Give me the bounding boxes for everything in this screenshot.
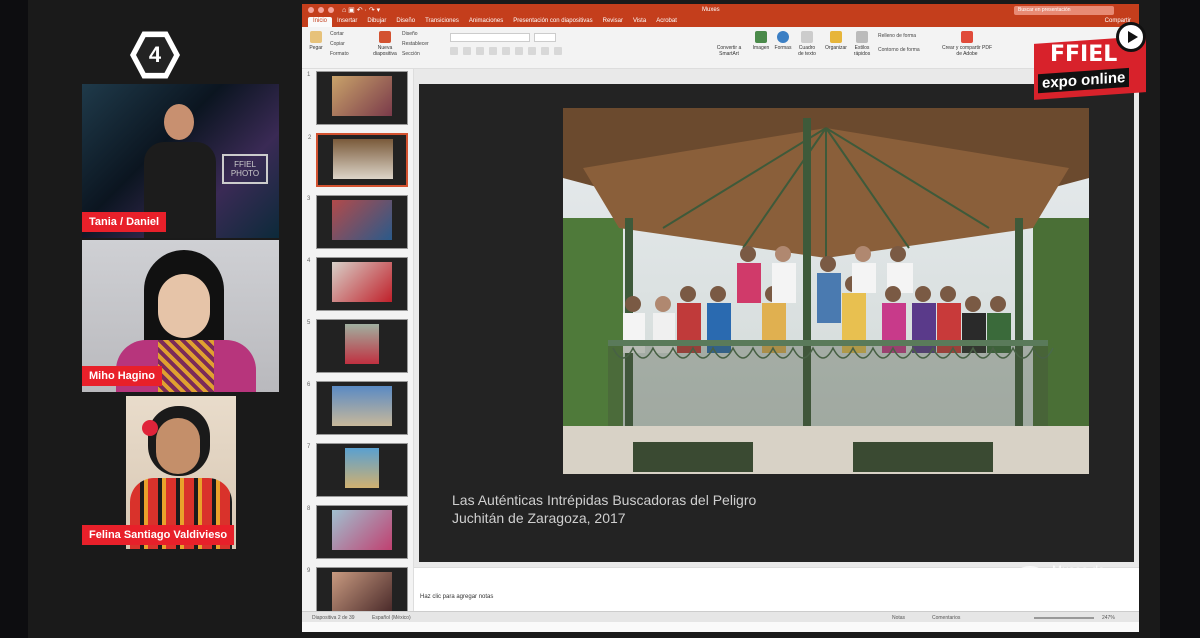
search-input[interactable]: Buscar en presentación [1014, 6, 1114, 15]
participant-video-1: FFIEL PHOTO Tania / Daniel [82, 84, 279, 238]
styles-icon [856, 31, 868, 43]
tab-presentacion[interactable]: Presentación con diapositivas [508, 17, 597, 27]
layout-button[interactable]: Diseño [402, 31, 418, 37]
channel-number: 4 [136, 37, 174, 73]
current-slide[interactable]: Las Auténticas Intrépidas Buscadoras del… [419, 84, 1134, 562]
zoom-level[interactable]: 247% [1102, 615, 1115, 621]
slide-thumbnail[interactable]: 7 [307, 443, 408, 497]
arrange-icon [830, 31, 842, 43]
left-edge [0, 0, 28, 638]
textbox-icon [801, 31, 813, 43]
format-buttons[interactable] [450, 47, 562, 55]
badge-title: FFIEL [1050, 42, 1118, 67]
slide-photo[interactable] [563, 108, 1089, 474]
reset-button[interactable]: Restablecer [402, 41, 429, 47]
tab-animaciones[interactable]: Animaciones [464, 17, 508, 27]
shape-outline-button[interactable]: Contorno de forma [878, 47, 920, 53]
tab-revisar[interactable]: Revisar [598, 17, 628, 27]
paste-button[interactable]: Pegar [306, 31, 326, 51]
slide-thumbnail-selected[interactable]: 2 [308, 133, 408, 187]
zoom-window-button[interactable] [328, 7, 334, 13]
participant-name-tag: Felina Santiago Valdivieso [82, 525, 235, 545]
shapes-button[interactable]: Formas [774, 31, 792, 51]
status-bar: Diapositiva 2 de 39 Español (México) Not… [302, 611, 1139, 622]
slide-canvas-area: Las Auténticas Intrépidas Buscadoras del… [414, 69, 1139, 567]
notes-toggle-button[interactable]: Notas [892, 615, 905, 621]
new-slide-button[interactable]: Nueva diapositiva [372, 31, 398, 57]
slide-caption-title[interactable]: Las Auténticas Intrépidas Buscadoras del… [452, 492, 756, 508]
clipboard-icon [310, 31, 322, 43]
zoom-slider[interactable] [1034, 617, 1094, 619]
play-icon [1116, 22, 1146, 52]
pdf-icon [961, 31, 973, 43]
powerpoint-window: ⌂ ▣ ↶ · ↷ ▾ Muxes Buscar en presentación… [302, 4, 1139, 632]
editor-body: 1 2 3 4 5 6 7 8 9 Las Auténticas Intrépi… [302, 69, 1139, 622]
notes-placeholder: Haz clic para agregar notas [420, 594, 494, 600]
arrange-button[interactable]: Organizar [824, 31, 848, 51]
tab-transiciones[interactable]: Transiciones [420, 17, 464, 27]
font-size-select[interactable] [534, 33, 556, 42]
slide-caption-subtitle[interactable]: Juchitán de Zaragoza, 2017 [452, 510, 626, 526]
ribbon-toolbar: Pegar Cortar Copiar Formato Nueva diapos… [302, 27, 1139, 69]
image-button[interactable]: Imagen [752, 31, 770, 51]
copy-button[interactable]: Copiar [330, 41, 345, 47]
tab-vista[interactable]: Vista [628, 17, 651, 27]
tab-diseno[interactable]: Diseño [391, 17, 420, 27]
slide-thumbnail[interactable]: 1 [307, 71, 408, 125]
section-button[interactable]: Sección [402, 51, 420, 57]
slide-thumbnail[interactable]: 8 [307, 505, 408, 559]
language-indicator[interactable]: Español (México) [372, 615, 411, 621]
document-title: Muxes [702, 7, 720, 13]
cut-button[interactable]: Cortar [330, 31, 344, 37]
format-painter-button[interactable]: Formato [330, 51, 349, 57]
channel-logo: 4 [130, 30, 180, 80]
ribbon-tabs: Inicio Insertar Dibujar Diseño Transicio… [302, 17, 1139, 27]
slide-thumbnail[interactable]: 3 [307, 195, 408, 249]
quick-styles-button[interactable]: Estilos rápidos [852, 31, 872, 57]
ffiel-watermark: ffiel [924, 566, 996, 604]
stream-stage: 4 FFIEL PHOTO Tania / Daniel Miho Hagino … [0, 0, 1200, 638]
museum-watermark: Museo de arte e historia de Guanajuato [1052, 563, 1137, 601]
font-name-select[interactable] [450, 33, 530, 42]
participant-name-tag: Miho Hagino [82, 366, 162, 386]
title-bar: ⌂ ▣ ↶ · ↷ ▾ Muxes Buscar en presentación [302, 4, 1139, 17]
participant-name-tag: Tania / Daniel [82, 212, 167, 232]
close-window-button[interactable] [308, 7, 314, 13]
slide-thumbnail[interactable]: 6 [307, 381, 408, 435]
participant-video-2: Miho Hagino [82, 240, 279, 392]
participant-video-3: Felina Santiago Valdivieso [82, 396, 236, 549]
ffiel-photo-sign: FFIEL PHOTO [222, 154, 268, 184]
convert-smartart-button[interactable]: Convertir a SmartArt [710, 45, 748, 57]
museum-seal-icon: ✲ [1010, 566, 1050, 606]
shapes-icon [777, 31, 789, 43]
image-icon [755, 31, 767, 43]
slide-thumbnails-pane: 1 2 3 4 5 6 7 8 9 [302, 69, 414, 622]
quick-access-toolbar[interactable]: ⌂ ▣ ↶ · ↷ ▾ [342, 6, 380, 14]
tab-inicio[interactable]: Inicio [308, 17, 333, 27]
textbox-button[interactable]: Cuadro de texto [796, 31, 818, 57]
slide-thumbnail[interactable]: 5 [307, 319, 408, 373]
shape-fill-button[interactable]: Relleno de forma [878, 33, 916, 39]
tab-insertar[interactable]: Insertar [332, 17, 362, 27]
slide-counter: Diapositiva 2 de 39 [312, 615, 355, 621]
tab-acrobat[interactable]: Acrobat [651, 17, 682, 27]
new-slide-icon [379, 31, 391, 43]
comments-toggle-button[interactable]: Comentarios [932, 615, 960, 621]
tab-dibujar[interactable]: Dibujar [362, 17, 391, 27]
minimize-window-button[interactable] [318, 7, 324, 13]
adobe-pdf-button[interactable]: Crear y compartir PDF de Adobe [942, 31, 992, 57]
slide-thumbnail[interactable]: 4 [307, 257, 408, 311]
right-edge [1160, 0, 1200, 638]
